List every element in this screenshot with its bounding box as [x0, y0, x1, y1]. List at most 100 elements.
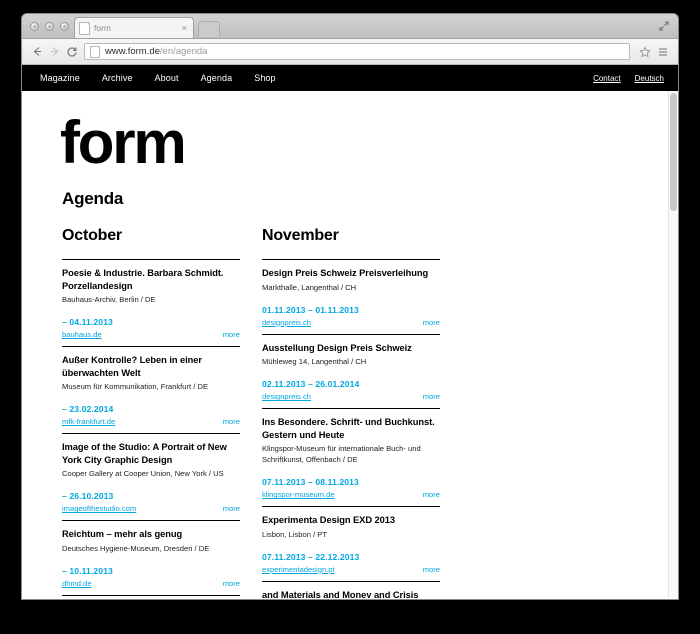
entry-more-link[interactable]: more [223, 417, 240, 426]
entry-venue: Bauhaus-Archiv, Berlin / DE [62, 295, 156, 305]
entry-title: Design Preis Schweiz Preisverleihung [262, 268, 429, 278]
entry-date: – 04.11.2013 [62, 317, 113, 328]
browser-window: form × www.form.de/en/agenda Magazine Ar… [22, 14, 678, 599]
url-path: /en/agenda [159, 46, 208, 57]
column-heading: October [62, 227, 122, 244]
agenda-entry[interactable]: Ins Besondere. Schrift- und Buchkunst. G… [262, 408, 440, 506]
agenda-entry[interactable]: Experimenta Design EXD 2013 Lisbon, Lisb… [262, 506, 440, 581]
nav-item-shop[interactable]: Shop [254, 73, 275, 83]
nav-item-agenda[interactable]: Agenda [201, 73, 233, 83]
entry-more-link[interactable]: more [223, 504, 240, 513]
site-navigation-bar: Magazine Archive About Agenda Shop Conta… [22, 65, 678, 91]
entry-website-link[interactable]: bauhaus.de [62, 330, 102, 339]
agenda-column-november: November Design Preis Schweiz Preisverle… [262, 227, 440, 598]
entry-title: Poesie & Industrie. Barbara Schmidt. Por… [62, 268, 224, 291]
agenda-entry[interactable]: Lightopia Vitra Design Museum, Weil am R… [62, 594, 240, 598]
entry-title: Reichtum – mehr als genug [62, 529, 183, 540]
entry-more-link[interactable]: more [423, 490, 440, 499]
entry-links: klingspor-museum.de more [262, 490, 440, 499]
entry-title: and Materials and Money and Crisis [262, 589, 419, 598]
entry-date: – 10.11.2013 [62, 565, 113, 576]
reload-icon[interactable] [63, 43, 80, 60]
nav-item-about[interactable]: About [155, 73, 179, 83]
nav-item-magazine[interactable]: Magazine [40, 73, 80, 83]
screen: form × www.form.de/en/agenda Magazine Ar… [0, 0, 700, 634]
back-arrow-icon[interactable] [29, 43, 46, 60]
column-heading: November [262, 227, 339, 244]
browser-tab[interactable]: form × [74, 17, 194, 38]
window-zoom-button[interactable] [60, 22, 69, 31]
entry-date: – 26.10.2013 [62, 491, 114, 502]
page-viewport: Magazine Archive About Agenda Shop Conta… [22, 65, 678, 598]
star-icon[interactable] [637, 44, 653, 60]
entry-venue: Museum für Kommunikation, Frankfurt / DE [62, 382, 209, 392]
entry-links: dhmd.de more [62, 579, 240, 588]
tab-favicon-icon [79, 21, 90, 35]
browser-toolbar: www.form.de/en/agenda [22, 39, 678, 65]
utility-nav: Contact Deutsch [593, 74, 664, 83]
entry-website-link[interactable]: experimentadesign.pt [262, 565, 335, 574]
agenda-entry[interactable]: Poesie & Industrie. Barbara Schmidt. Por… [62, 259, 240, 346]
tab-title: form [94, 23, 111, 33]
tab-close-icon[interactable]: × [180, 23, 189, 33]
forward-arrow-icon[interactable] [46, 43, 63, 60]
agenda-entry[interactable]: Reichtum – mehr als genug Deutsches Hygi… [62, 520, 240, 595]
entry-more-link[interactable]: more [423, 392, 440, 401]
entry-venue: Mühleweg 14, Langenthal / CH [262, 357, 367, 367]
agenda-column-october: October Poesie & Industrie. Barbara Schm… [62, 227, 240, 598]
entry-date: – 23.02.2014 [62, 404, 114, 415]
agenda-entry[interactable]: Ausstellung Design Preis Schweiz Mühlewe… [262, 333, 440, 409]
entry-title: Ins Besondere. Schrift- und Buchkunst. G… [262, 417, 435, 440]
entry-links: imageofthestudio.com more [62, 504, 240, 513]
entry-links: bauhaus.de more [62, 330, 240, 339]
primary-nav: Magazine Archive About Agenda Shop [40, 73, 276, 83]
entry-venue: Deutsches Hygiene-Museum, Dresden / DE [62, 543, 210, 553]
entry-website-link[interactable]: mfk-frankfurt.de [62, 417, 115, 426]
entry-more-link[interactable]: more [423, 565, 440, 574]
hamburger-menu-icon[interactable] [655, 44, 671, 60]
url-text: www.form.de/en/agenda [105, 46, 207, 57]
entry-venue: Cooper Gallery at Cooper Union, New York… [62, 469, 224, 479]
entry-more-link[interactable]: more [423, 318, 440, 327]
window-close-button[interactable] [30, 22, 39, 31]
entry-title: Image of the Studio: A Portrait of New Y… [62, 442, 227, 465]
entry-date: 07.11.2013 – 08.11.2013 [262, 477, 359, 488]
entry-website-link[interactable]: designpreis.ch [262, 392, 311, 401]
agenda-entry[interactable]: Design Preis Schweiz Preisverleihung Mar… [262, 259, 440, 334]
address-bar[interactable]: www.form.de/en/agenda [84, 43, 630, 60]
entry-venue: Klingspor-Museum für internationale Buch… [262, 444, 421, 465]
entry-links: designpreis.ch more [262, 318, 440, 327]
agenda-columns: October Poesie & Industrie. Barbara Schm… [40, 209, 660, 598]
entry-venue: Lisbon, Lisbon / PT [262, 529, 328, 539]
entry-website-link[interactable]: dhmd.de [62, 579, 92, 588]
entry-more-link[interactable]: more [223, 330, 240, 339]
entry-date: 02.11.2013 – 26.01.2014 [262, 379, 360, 390]
maximize-icon[interactable] [658, 20, 670, 32]
entry-links: designpreis.ch more [262, 392, 440, 401]
entry-date: 07.11.2013 – 22.12.2013 [262, 551, 360, 562]
page-scrollbar-thumb[interactable] [670, 93, 677, 211]
entry-website-link[interactable]: imageofthestudio.com [62, 504, 136, 513]
url-host: www.form.de [105, 46, 160, 57]
window-minimize-button[interactable] [45, 22, 54, 31]
nav-item-archive[interactable]: Archive [102, 73, 133, 83]
page-title: Agenda [62, 189, 124, 208]
new-tab-button[interactable] [198, 21, 220, 37]
entry-links: experimentadesign.pt more [262, 565, 440, 574]
nav-item-deutsch[interactable]: Deutsch [635, 74, 664, 83]
page-scrollbar[interactable] [668, 91, 678, 598]
entry-links: mfk-frankfurt.de more [62, 417, 240, 426]
entry-website-link[interactable]: klingspor-museum.de [262, 490, 335, 499]
entry-title: Ausstellung Design Preis Schweiz [262, 342, 412, 353]
entry-date: 01.11.2013 – 01.11.2013 [262, 304, 359, 315]
agenda-entry[interactable]: Image of the Studio: A Portrait of New Y… [62, 433, 240, 520]
window-controls [30, 22, 69, 31]
page-icon [90, 45, 100, 58]
site-logo[interactable]: form [40, 91, 660, 173]
entry-venue: Markthalle, Langenthal / CH [262, 282, 357, 292]
entry-website-link[interactable]: designpreis.ch [262, 318, 311, 327]
agenda-entry[interactable]: and Materials and Money and Crisis MUMOK… [262, 580, 440, 598]
nav-item-contact[interactable]: Contact [593, 74, 621, 83]
agenda-entry[interactable]: Außer Kontrolle? Leben in einer überwach… [62, 346, 240, 433]
entry-more-link[interactable]: more [223, 579, 240, 588]
